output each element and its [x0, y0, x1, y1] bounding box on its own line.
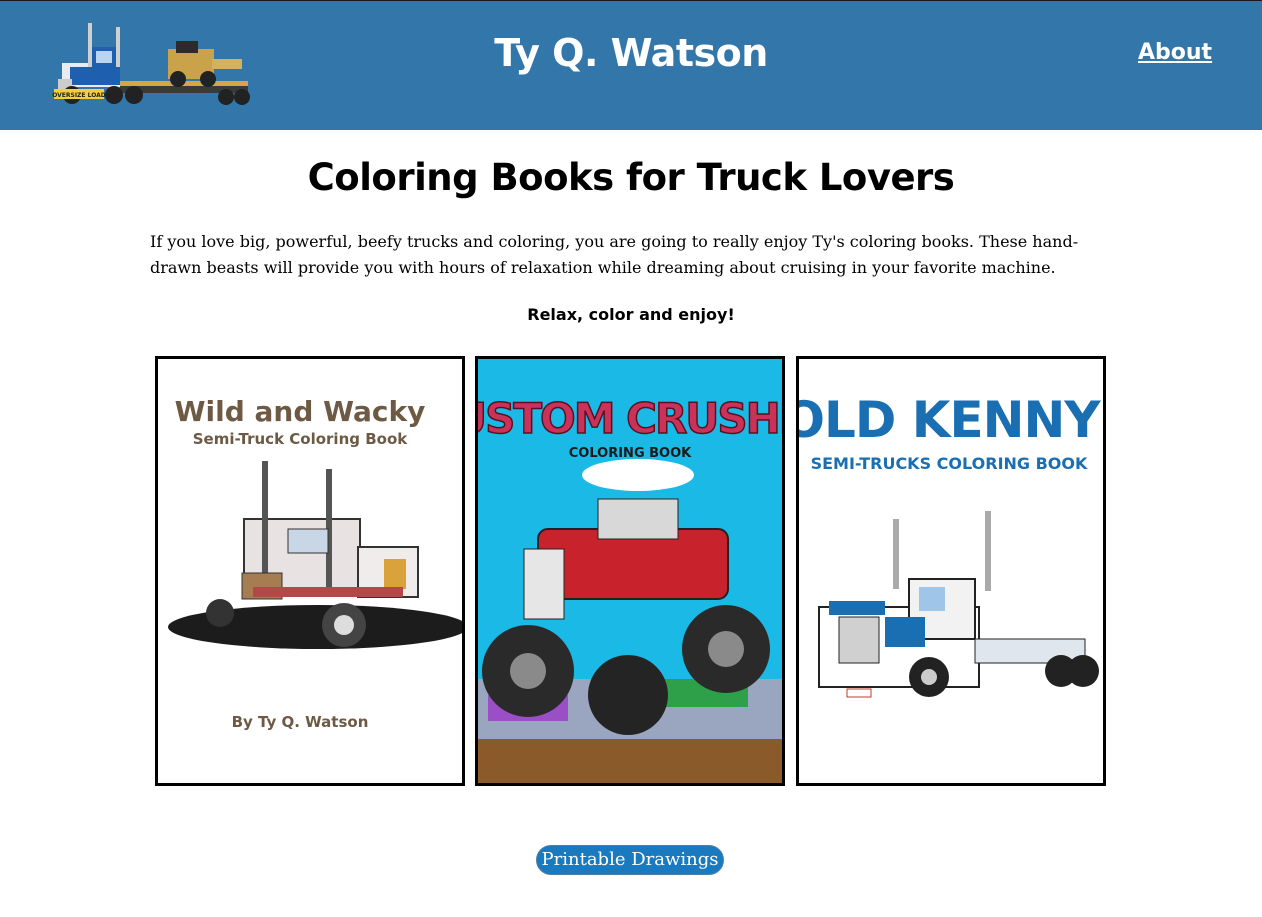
book-1-subtitle: Semi-Truck Coloring Book: [193, 430, 408, 448]
tagline: Relax, color and enjoy!: [527, 305, 735, 324]
svg-text:OVERSIZE LOAD: OVERSIZE LOAD: [52, 92, 106, 99]
book-2-title: CUSTOM CRUSHER: [478, 394, 782, 443]
book-1-author: By Ty Q. Watson: [232, 713, 369, 731]
site-title: Ty Q. Watson: [494, 31, 768, 75]
site-header: OVERSIZE LOAD Ty Q. Watson About: [0, 1, 1262, 130]
page-title: Coloring Books for Truck Lovers: [307, 156, 955, 199]
book-1-title: Wild and Wacky: [175, 395, 426, 428]
book-3-subtitle: SEMI-TRUCKS COLORING BOOK: [811, 454, 1088, 473]
about-link[interactable]: About: [1138, 40, 1212, 65]
book-cover-custom-crusher[interactable]: CUSTOM CRUSHER COLORING BOOK: [475, 356, 785, 786]
book-3-title: OLD KENNY: [799, 391, 1101, 449]
intro-paragraph: If you love big, powerful, beefy trucks …: [150, 232, 1079, 277]
printable-drawings-button[interactable]: Printable Drawings: [536, 845, 724, 875]
book-cover-wild-and-wacky[interactable]: Wild and Wacky Semi-Truck Coloring Book …: [155, 356, 465, 786]
book-cover-old-kenny[interactable]: OLD KENNY SEMI-TRUCKS COLORING BOOK: [796, 356, 1106, 786]
book-2-subtitle: COLORING BOOK: [569, 446, 692, 461]
